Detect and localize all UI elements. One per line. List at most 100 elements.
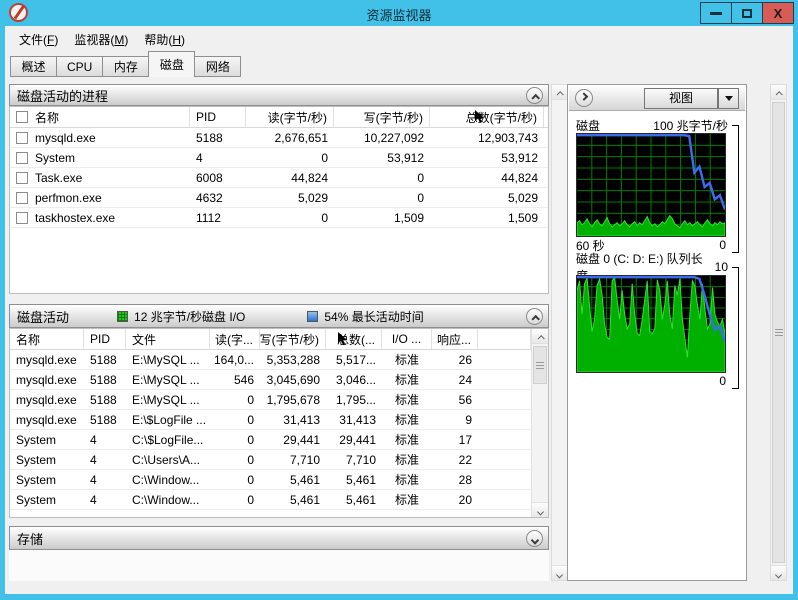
process-read: 0 <box>321 150 328 165</box>
panel-collapse-button[interactable] <box>575 89 593 107</box>
graphs-panel: 视图 磁盘 100 兆字节/秒 60 秒 0 磁盘 0 (C: D: E:) 队… <box>567 84 747 581</box>
column-header-read[interactable]: 读(字... <box>210 329 260 349</box>
activity-pid: 4 <box>90 472 97 487</box>
activity-pid: 4 <box>90 492 97 507</box>
activity-read: 0 <box>247 392 254 407</box>
column-header-pid[interactable]: PID <box>190 107 246 127</box>
row-checkbox[interactable] <box>16 171 28 184</box>
left-panel-scrollbar[interactable] <box>551 84 568 581</box>
process-name: perfmon.exe <box>35 190 102 205</box>
process-read: 44,824 <box>291 170 328 185</box>
process-name: System <box>35 150 76 165</box>
tab-network[interactable]: 网络 <box>194 56 242 77</box>
column-header-total[interactable]: 总数(... <box>326 329 382 349</box>
row-checkbox[interactable] <box>16 191 28 204</box>
table-row[interactable]: mysqld.exe 5188 E:\MySQL ... 0 1,795,678… <box>10 390 531 410</box>
column-header-write[interactable]: 写(字节/秒) <box>260 329 326 349</box>
view-dropdown-button[interactable] <box>718 88 739 109</box>
activity-read: 0 <box>247 492 254 507</box>
chevron-up-icon <box>775 90 783 98</box>
section-header-storage[interactable]: 存储 <box>9 526 549 550</box>
table-scrollbar[interactable] <box>531 329 548 517</box>
activity-io-priority: 标准 <box>394 473 419 487</box>
activity-pid: 4 <box>90 452 97 467</box>
view-button[interactable]: 视图 <box>644 88 718 109</box>
tab-cpu[interactable]: CPU <box>56 56 104 77</box>
section-header-disk-processes[interactable]: 磁盘活动的进程 <box>9 84 549 106</box>
column-header-write[interactable]: 写(字节/秒) <box>334 107 430 127</box>
chevron-right-icon <box>579 92 589 101</box>
menu-monitor[interactable]: 监视器(M) <box>66 28 136 51</box>
table-row[interactable]: taskhostex.exe 1112 0 1,509 1,509 <box>10 208 548 228</box>
row-checkbox[interactable] <box>16 151 28 164</box>
grip-icon <box>536 361 544 369</box>
column-header-file[interactable]: 文件 <box>126 329 210 349</box>
expand-button[interactable] <box>526 530 543 547</box>
table-row[interactable]: Task.exe 6008 44,824 0 44,824 <box>10 168 548 188</box>
table-row[interactable]: mysqld.exe 5188 2,676,651 10,227,092 12,… <box>10 128 548 148</box>
table-row[interactable]: System 4 C:\Users\A... 0 7,710 7,710 标准 … <box>10 450 531 470</box>
activity-io-priority: 标准 <box>394 493 419 507</box>
grip-icon <box>774 329 783 336</box>
column-header-name[interactable]: 名称 <box>10 107 190 127</box>
scroll-up-button[interactable] <box>532 329 548 344</box>
activity-file: C:\Window... <box>132 472 200 487</box>
section-header-disk-activity[interactable]: 磁盘活动 12 兆字节/秒磁盘 I/O 54% 最长活动时间 <box>9 304 549 328</box>
table-row[interactable]: System 4 C:\Window... 0 5,461 5,461 标准 2… <box>10 490 531 510</box>
activity-name: mysqld.exe <box>16 372 77 387</box>
table-row[interactable]: System 4 C:\Window... 0 5,461 5,461 标准 2… <box>10 470 531 490</box>
disk-activity-table: 名称 PID 文件 读(字... 写(字节/秒) 总数(... I/O ... … <box>9 328 549 518</box>
window-title: 资源监视器 <box>366 8 432 23</box>
column-header-response[interactable]: 响应... <box>432 329 478 349</box>
chart-footer-row: 0 <box>576 373 726 389</box>
scroll-up-button[interactable] <box>552 85 567 100</box>
row-checkbox[interactable] <box>16 131 28 144</box>
scroll-up-button[interactable] <box>771 85 786 100</box>
activity-total: 5,517... <box>335 352 376 367</box>
close-button[interactable]: X <box>762 2 794 24</box>
activity-response-time: 17 <box>458 432 472 447</box>
scrollbar-thumb[interactable] <box>533 346 547 384</box>
select-all-checkbox[interactable] <box>16 111 28 123</box>
column-header-total[interactable]: 总数(字节/秒) <box>430 107 544 127</box>
scroll-down-button[interactable] <box>552 565 567 580</box>
table-row[interactable]: System 4 0 53,912 53,912 <box>10 148 548 168</box>
activity-pid: 4 <box>90 432 97 447</box>
table-row[interactable]: mysqld.exe 5188 E:\$LogFile ... 0 31,413… <box>10 410 531 430</box>
resource-monitor-window: 资源监视器 X 文件(F) 监视器(M) 帮助(H) 概述 CPU 内存 磁盘 … <box>0 0 798 600</box>
table-header-row: 名称 PID 文件 读(字... 写(字节/秒) 总数(... I/O ... … <box>10 329 531 350</box>
process-write: 53,912 <box>387 150 424 165</box>
table-row[interactable]: System 4 C:\$LogFile... 0 29,441 29,441 … <box>10 430 531 450</box>
activity-write: 5,461 <box>289 492 320 507</box>
dropdown-arrow-icon <box>724 96 733 101</box>
column-header-pid[interactable]: PID <box>84 329 126 349</box>
window-scrollbar[interactable] <box>770 84 787 581</box>
chevron-up-icon <box>530 314 540 323</box>
table-row[interactable]: mysqld.exe 5188 E:\MySQL ... 164,0... 5,… <box>10 350 531 370</box>
chevron-up-icon <box>537 334 545 342</box>
table-row[interactable]: perfmon.exe 4632 5,029 0 5,029 <box>10 188 548 208</box>
menu-file[interactable]: 文件(F) <box>11 28 66 51</box>
activity-response-time: 24 <box>458 372 472 387</box>
activity-file: E:\MySQL ... <box>132 372 200 387</box>
collapse-button[interactable] <box>526 308 543 325</box>
column-header-name[interactable]: 名称 <box>10 329 84 349</box>
activity-write: 7,710 <box>289 452 320 467</box>
column-header-io-priority[interactable]: I/O ... <box>382 329 432 349</box>
tab-memory[interactable]: 内存 <box>102 56 150 77</box>
process-total: 44,824 <box>501 170 538 185</box>
disk-queue-chart: 磁盘 0 (C: D: E:) 队列长度 10 0 <box>576 252 740 389</box>
maximize-button[interactable] <box>731 2 763 24</box>
tab-disk[interactable]: 磁盘 <box>148 51 196 77</box>
column-header-read[interactable]: 读(字节/秒) <box>246 107 334 127</box>
scroll-down-button[interactable] <box>532 502 548 517</box>
scroll-down-button[interactable] <box>771 565 786 580</box>
row-checkbox[interactable] <box>16 211 28 224</box>
table-row[interactable]: mysqld.exe 5188 E:\MySQL ... 546 3,045,6… <box>10 370 531 390</box>
tab-overview[interactable]: 概述 <box>10 56 57 77</box>
activity-name: System <box>16 432 57 447</box>
collapse-button[interactable] <box>526 87 543 104</box>
scrollbar-thumb[interactable] <box>772 102 785 563</box>
menu-help[interactable]: 帮助(H) <box>136 28 193 51</box>
minimize-button[interactable] <box>700 2 732 24</box>
